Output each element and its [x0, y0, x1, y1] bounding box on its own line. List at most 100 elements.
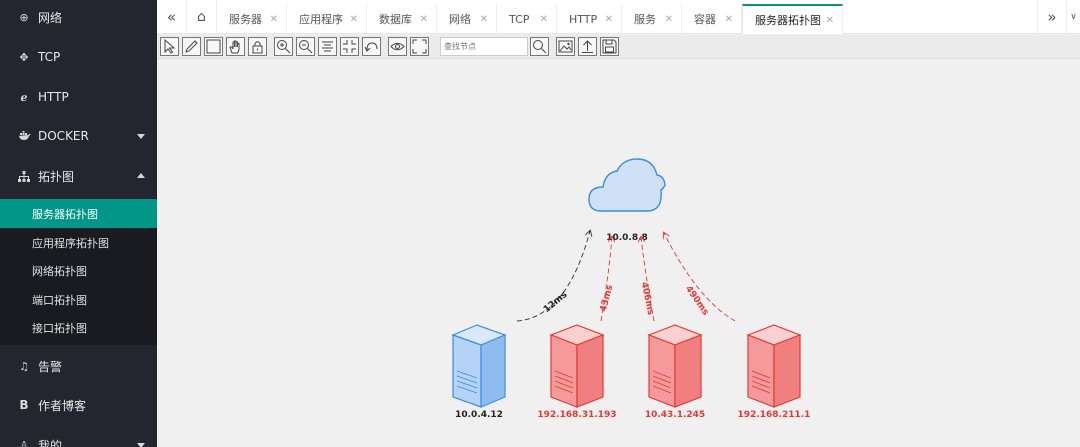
- tab-container[interactable]: 容器 ✕: [682, 4, 742, 34]
- sidebar-item-topology[interactable]: 拓扑图: [0, 156, 157, 196]
- undo-icon[interactable]: [362, 37, 381, 56]
- tabs-scroll-left-button[interactable]: «: [157, 0, 187, 34]
- search-node-input[interactable]: [440, 37, 528, 56]
- crosshair-icon: ✥: [19, 50, 29, 64]
- fullscreen-icon[interactable]: [410, 37, 429, 56]
- zoom-out-icon[interactable]: [296, 37, 315, 56]
- server-node-label: 192.168.31.193: [537, 410, 616, 420]
- sidebar-item-blog[interactable]: B 作者博客: [0, 385, 157, 425]
- sidebar-item-alerts[interactable]: ♫ 告警: [0, 346, 157, 386]
- close-icon[interactable]: ✕: [665, 14, 673, 25]
- server-node-label: 10.0.4.12: [455, 410, 503, 420]
- docker-icon: [16, 131, 32, 141]
- align-icon[interactable]: [318, 37, 337, 56]
- tab-tcp[interactable]: TCP ✕: [497, 4, 557, 34]
- submenu-item-app-topology[interactable]: 应用程序拓扑图: [0, 228, 157, 257]
- sidebar-item-mine[interactable]: ♙ 我的: [0, 425, 157, 447]
- close-icon[interactable]: ✕: [270, 14, 278, 25]
- rectangle-icon[interactable]: [204, 37, 223, 56]
- edge-latency-label: 12ms: [542, 290, 569, 315]
- edge-0[interactable]: 12ms: [516, 231, 590, 322]
- sidebar-item-label: 作者博客: [38, 398, 87, 413]
- tabs-scroll-right-button[interactable]: »: [1037, 0, 1067, 34]
- sidebar-item-label: TCP: [38, 50, 61, 64]
- save-icon[interactable]: [600, 37, 619, 56]
- chevron-down-icon[interactable]: ∨: [1067, 0, 1080, 34]
- topology-canvas[interactable]: 10.0.8.8 12ms 43ms 406ms 490ms 10.0.4.12…: [157, 59, 1080, 447]
- fit-icon[interactable]: [340, 37, 359, 56]
- sidebar-item-docker[interactable]: DOCKER: [0, 116, 157, 156]
- submenu-item-label: 端口拓扑图: [32, 293, 87, 307]
- tab-database[interactable]: 数据库 ✕: [367, 4, 437, 34]
- close-icon[interactable]: ✕: [350, 14, 358, 25]
- sidebar-item-http[interactable]: ℯ HTTP: [0, 77, 157, 117]
- pointer-icon[interactable]: [160, 37, 179, 56]
- edge-latency-label: 490ms: [683, 284, 710, 317]
- search-icon[interactable]: [530, 37, 549, 56]
- edge-1[interactable]: 43ms: [599, 237, 616, 322]
- close-icon[interactable]: ✕: [480, 14, 488, 25]
- upload-icon[interactable]: [578, 37, 597, 56]
- b-icon: B: [19, 398, 29, 412]
- tab-server[interactable]: 服务器 ✕: [217, 4, 287, 34]
- chevron-down-icon: [137, 443, 145, 447]
- close-icon[interactable]: ✕: [725, 14, 733, 25]
- home-icon[interactable]: ⌂: [187, 0, 217, 34]
- eye-icon[interactable]: [388, 37, 407, 56]
- server-icon: [647, 324, 703, 408]
- close-icon[interactable]: ✕: [420, 14, 428, 25]
- hand-icon[interactable]: [226, 37, 245, 56]
- server-icon: [451, 324, 507, 408]
- sidebar-item-network[interactable]: ⊕ 网络: [0, 0, 157, 37]
- submenu-item-interface-topology[interactable]: 接口拓扑图: [0, 313, 157, 342]
- tab-bar: « ⌂ 服务器 ✕ 应用程序 ✕ 数据库 ✕ 网络 ✕ TCP ✕ HTTP ✕ 服务 ✕ 容…: [157, 0, 1080, 34]
- tab-http[interactable]: HTTP ✕: [557, 4, 622, 34]
- submenu-item-label: 网络拓扑图: [32, 264, 87, 278]
- pencil-icon[interactable]: [182, 37, 201, 56]
- tab-server-topology[interactable]: 服务器拓扑图 ✕: [742, 4, 843, 34]
- tab-application[interactable]: 应用程序 ✕: [287, 4, 367, 34]
- server-icon: [746, 324, 802, 408]
- sitemap-icon: [16, 170, 32, 182]
- edge-latency-label: 406ms: [639, 281, 656, 316]
- submenu-item-label: 接口拓扑图: [32, 321, 87, 335]
- edge-2[interactable]: 406ms: [639, 237, 656, 322]
- sidebar-item-label: 网络: [38, 10, 63, 25]
- user-icon: ♙: [19, 438, 29, 447]
- tab-label: HTTP: [569, 12, 598, 26]
- sidebar-item-label: HTTP: [38, 90, 69, 104]
- sidebar: ⊕ 网络 ✥ TCP ℯ HTTP DOCKER 拓扑图 服务器拓扑图 应用程序…: [0, 0, 157, 447]
- lock-icon[interactable]: [248, 37, 267, 56]
- server-node-label: 10.43.1.245: [645, 410, 705, 420]
- close-icon[interactable]: ✕: [826, 15, 834, 26]
- cloud-node[interactable]: 10.0.8.8: [588, 158, 666, 243]
- tab-service[interactable]: 服务 ✕: [622, 4, 682, 34]
- server-node-label: 192.168.211.1: [738, 410, 811, 420]
- server-node[interactable]: 10.43.1.245: [645, 324, 705, 420]
- submenu-item-network-topology[interactable]: 网络拓扑图: [0, 256, 157, 285]
- close-icon[interactable]: ✕: [605, 14, 613, 25]
- submenu-item-label: 服务器拓扑图: [32, 207, 98, 221]
- server-node[interactable]: 192.168.211.1: [738, 324, 811, 420]
- tab-label: 应用程序: [299, 13, 343, 26]
- sidebar-item-tcp[interactable]: ✥ TCP: [0, 37, 157, 77]
- tab-network[interactable]: 网络 ✕: [437, 4, 497, 34]
- tab-label: 网络: [449, 13, 471, 26]
- zoom-in-icon[interactable]: [274, 37, 293, 56]
- server-node[interactable]: 10.0.4.12: [451, 324, 507, 420]
- submenu-item-port-topology[interactable]: 端口拓扑图: [0, 285, 157, 314]
- tab-label: TCP: [509, 12, 530, 26]
- server-icon: [549, 324, 605, 408]
- ie-icon: ℯ: [20, 90, 28, 104]
- edge-3[interactable]: 490ms: [664, 233, 736, 322]
- tab-label: 容器: [694, 13, 716, 26]
- tab-label: 服务器拓扑图: [755, 14, 821, 27]
- tab-label: 服务: [634, 13, 656, 26]
- chevron-down-icon: [137, 134, 145, 139]
- server-node[interactable]: 192.168.31.193: [537, 324, 617, 420]
- close-icon[interactable]: ✕: [540, 14, 548, 25]
- submenu-item-server-topology[interactable]: 服务器拓扑图: [0, 199, 157, 228]
- export-image-icon[interactable]: [556, 37, 575, 56]
- chevron-up-icon: [137, 173, 145, 178]
- bell-icon: ♫: [19, 359, 29, 373]
